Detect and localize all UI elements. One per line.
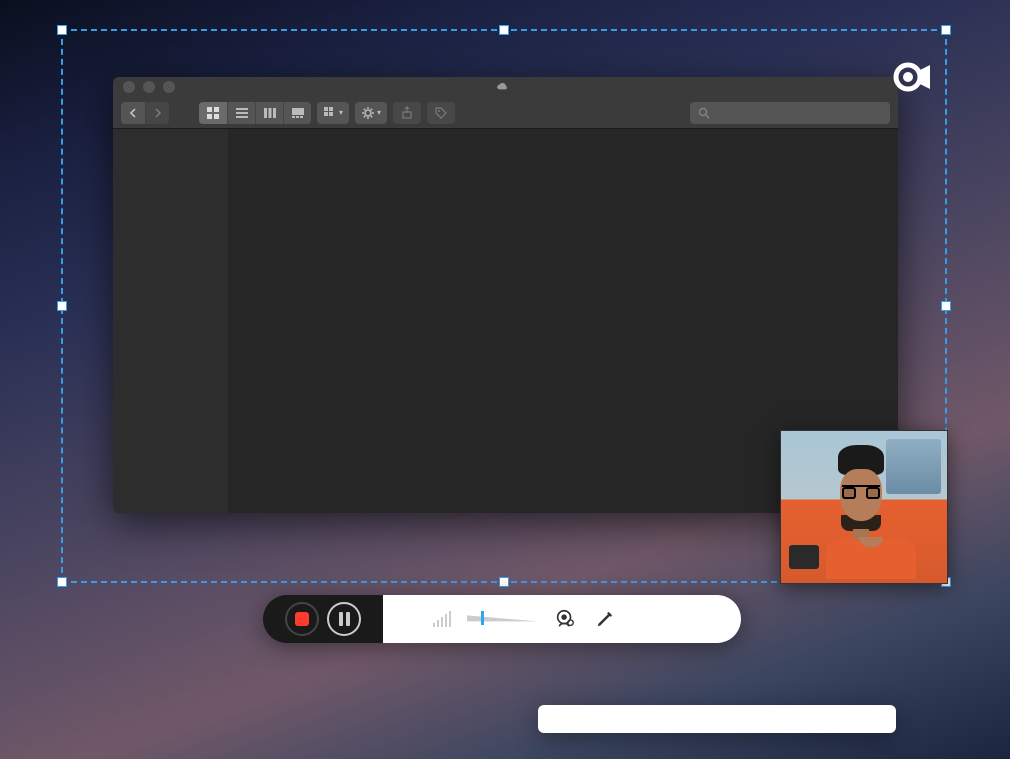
gallery-view-button[interactable] (283, 102, 311, 124)
watermark-camera-icon (892, 55, 932, 100)
stop-icon (295, 612, 309, 626)
column-view-button[interactable] (255, 102, 283, 124)
cloud-icon (496, 80, 510, 94)
icon-view-button[interactable] (199, 102, 227, 124)
toolbar: ▾ ▾ (113, 97, 898, 129)
sidebar (113, 129, 228, 513)
action-button[interactable]: ▾ (355, 102, 387, 124)
annotation-toolbar (538, 705, 896, 733)
search-icon (698, 107, 710, 119)
resize-handle[interactable] (499, 25, 509, 35)
list-view-button[interactable] (227, 102, 255, 124)
resize-handle[interactable] (57, 301, 67, 311)
resize-handle[interactable] (57, 577, 67, 587)
audio-level-meter (433, 611, 451, 627)
share-button[interactable] (393, 102, 421, 124)
gear-icon (361, 106, 375, 120)
pen-icon (594, 608, 616, 630)
window-title (113, 80, 898, 94)
forward-button[interactable] (145, 102, 169, 124)
recording-hud (263, 595, 741, 643)
resize-handle[interactable] (941, 25, 951, 35)
pause-recording-button[interactable] (327, 602, 361, 636)
resize-handle[interactable] (499, 577, 509, 587)
webcam-icon (554, 608, 576, 630)
tags-button[interactable] (427, 102, 455, 124)
stop-recording-button[interactable] (285, 602, 319, 636)
arrange-button[interactable]: ▾ (317, 102, 349, 124)
tag-icon (434, 106, 448, 120)
window-titlebar[interactable] (113, 77, 898, 97)
webcam-toggle-button[interactable] (553, 607, 577, 631)
resize-handle[interactable] (941, 301, 951, 311)
view-mode-segmented (199, 102, 311, 124)
search-input[interactable] (690, 102, 890, 124)
volume-slider[interactable] (467, 614, 537, 624)
share-icon (400, 106, 414, 120)
watermark (892, 55, 938, 100)
webcam-overlay[interactable] (780, 430, 948, 584)
back-button[interactable] (121, 102, 145, 124)
resize-handle[interactable] (57, 25, 67, 35)
annotate-button[interactable] (593, 607, 617, 631)
